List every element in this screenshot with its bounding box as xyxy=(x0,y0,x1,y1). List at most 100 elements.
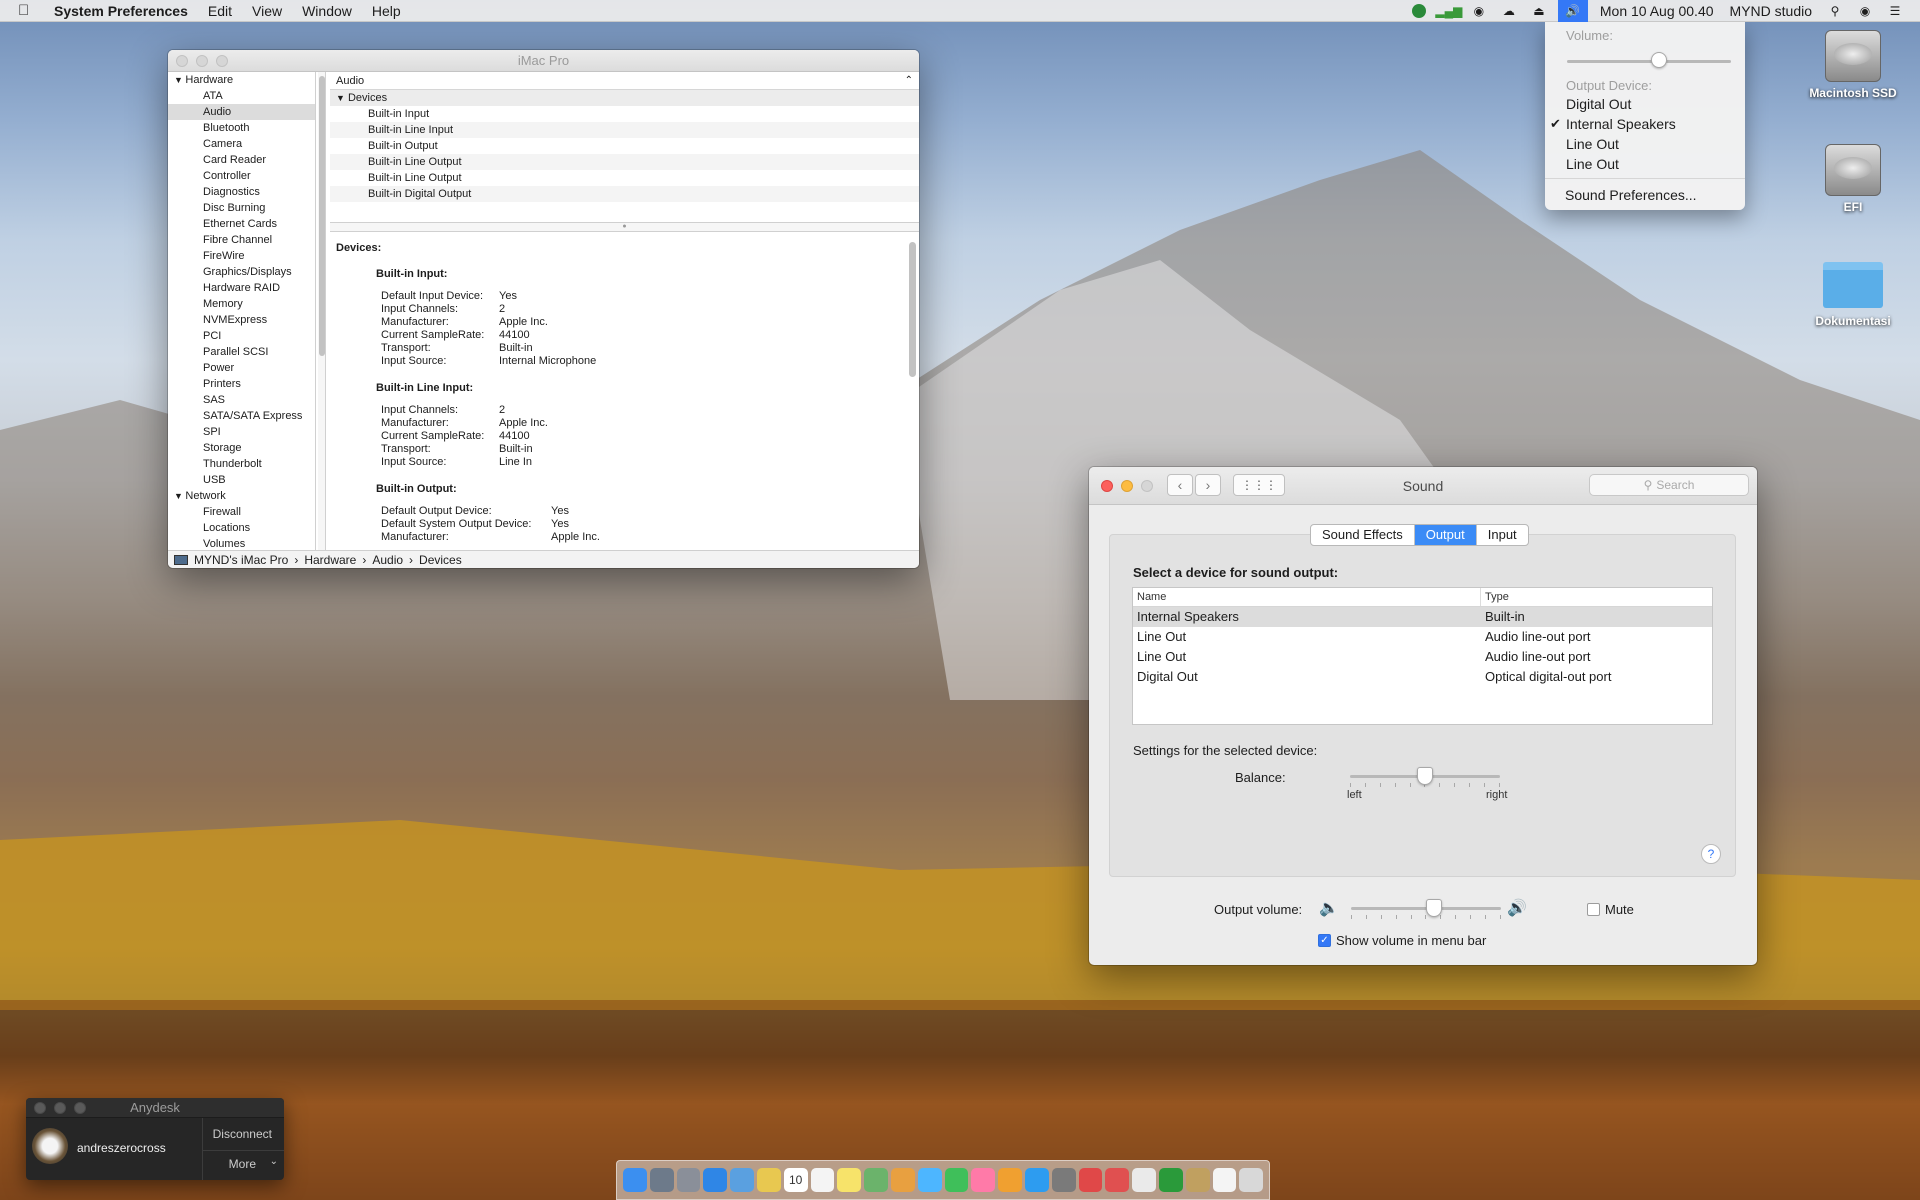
split-divider[interactable]: ● xyxy=(330,222,919,232)
sidebar-item[interactable]: Fibre Channel xyxy=(168,232,315,248)
zoom-button[interactable] xyxy=(74,1101,86,1114)
path-item[interactable]: Audio xyxy=(372,551,403,569)
chevron-up-icon[interactable]: ⌃ xyxy=(905,72,913,90)
tab-output[interactable]: Output xyxy=(1414,525,1477,545)
detail-scrollbar[interactable] xyxy=(909,236,917,546)
eject-icon[interactable]: ⏏ xyxy=(1528,3,1550,19)
sidebar-item[interactable]: Volumes xyxy=(168,536,315,550)
device-group-row[interactable]: ▼ Devices xyxy=(330,90,919,106)
sidebar-item[interactable]: Card Reader xyxy=(168,152,315,168)
path-item[interactable]: Hardware xyxy=(304,551,356,569)
balance-slider[interactable] xyxy=(1350,767,1500,787)
sidebar-item[interactable]: FireWire xyxy=(168,248,315,264)
menu-view[interactable]: View xyxy=(252,3,282,19)
sidebar-scrollbar[interactable] xyxy=(318,72,326,550)
desktop-icon-macintosh-ssd[interactable]: Macintosh SSD xyxy=(1798,30,1908,100)
minimize-button[interactable] xyxy=(54,1101,66,1114)
menu-window[interactable]: Window xyxy=(302,3,352,19)
path-item[interactable]: MYND's iMac Pro xyxy=(194,551,288,569)
sidebar-item[interactable]: Thunderbolt xyxy=(168,456,315,472)
siri-icon[interactable]: ◉ xyxy=(1854,3,1876,19)
help-button[interactable]: ? xyxy=(1701,844,1721,864)
sound-preferences-link[interactable]: Sound Preferences... xyxy=(1565,187,1697,203)
menubar-user[interactable]: MYND studio xyxy=(1730,3,1812,19)
calendar-icon[interactable]: 10 xyxy=(783,1168,808,1192)
tab-input[interactable]: Input xyxy=(1477,525,1528,545)
device-list-header[interactable]: Audio ⌃ xyxy=(330,72,919,90)
finder-icon[interactable] xyxy=(623,1168,647,1192)
trash-icon[interactable] xyxy=(1239,1168,1264,1192)
sidebar-item[interactable]: Audio xyxy=(168,104,315,120)
more-button[interactable]: More xyxy=(229,1157,256,1171)
sidebar-item[interactable]: Bluetooth xyxy=(168,120,315,136)
sidebar-item[interactable]: Printers xyxy=(168,376,315,392)
device-row[interactable]: Built-in Line Input xyxy=(330,122,919,138)
volume-menu-slider[interactable] xyxy=(1567,52,1731,72)
sidebar-item[interactable]: Disc Burning xyxy=(168,200,315,216)
window-titlebar[interactable]: ‹ › ⋮⋮⋮ Sound ⚲ Search xyxy=(1089,467,1757,505)
system-preferences-icon[interactable] xyxy=(1051,1168,1076,1192)
itunes-icon[interactable] xyxy=(971,1168,996,1192)
close-button[interactable] xyxy=(176,54,188,67)
sidebar-item[interactable]: Camera xyxy=(168,136,315,152)
ibooks-icon[interactable] xyxy=(998,1168,1022,1192)
disclosure-triangle-icon[interactable]: ▼ xyxy=(336,93,345,103)
sidebar-group[interactable]: ▼ Hardware xyxy=(168,72,315,88)
spotlight-search-icon[interactable]: ⚲ xyxy=(1824,3,1846,19)
safari-icon[interactable] xyxy=(703,1168,728,1192)
stickies-icon[interactable] xyxy=(837,1168,862,1192)
output-volume-slider[interactable] xyxy=(1351,899,1501,919)
desktop-icon-dokumentasi[interactable]: Dokumentasi xyxy=(1798,262,1908,328)
device-row[interactable]: Built-in Output xyxy=(330,138,919,154)
disclosure-triangle-icon[interactable]: ▼ xyxy=(174,491,185,501)
table-row[interactable]: Line Out Audio line-out port xyxy=(1133,627,1712,647)
menubar-clock[interactable]: Mon 10 Aug 00.40 xyxy=(1600,3,1714,19)
messages-icon[interactable] xyxy=(917,1168,942,1192)
sidebar-item[interactable]: Parallel SCSI xyxy=(168,344,315,360)
notification-center-icon[interactable]: ☰ xyxy=(1884,3,1906,19)
mute-checkbox[interactable]: Mute xyxy=(1587,902,1634,917)
table-row[interactable]: Internal Speakers Built-in xyxy=(1133,607,1712,627)
menu-app-name[interactable]: System Preferences xyxy=(54,3,188,19)
anydesk-icon[interactable] xyxy=(1078,1168,1103,1192)
path-item[interactable]: Devices xyxy=(419,551,462,569)
chevron-down-icon[interactable]: ⌄ xyxy=(270,1156,278,1167)
disclosure-triangle-icon[interactable]: ▼ xyxy=(174,75,185,85)
textedit-icon[interactable] xyxy=(1132,1168,1156,1192)
rocket-icon[interactable] xyxy=(676,1168,701,1192)
table-row[interactable]: Line Out Audio line-out port xyxy=(1133,647,1712,667)
window-titlebar[interactable]: Anydesk xyxy=(26,1098,284,1118)
activity-icon[interactable]: ☁ xyxy=(1498,3,1520,19)
appstore-icon[interactable] xyxy=(1024,1168,1049,1192)
launchpad-icon[interactable] xyxy=(649,1168,674,1192)
tab-sound-effects[interactable]: Sound Effects xyxy=(1311,525,1415,545)
menu-device-internal-speakers[interactable]: Internal Speakers xyxy=(1566,116,1676,132)
device-row[interactable]: Built-in Line Output xyxy=(330,170,919,186)
sidebar-item[interactable]: Graphics/Displays xyxy=(168,264,315,280)
close-button[interactable] xyxy=(34,1101,46,1114)
apple-menu-icon[interactable]:  xyxy=(18,2,38,19)
volume-icon[interactable]: 🔊 xyxy=(1557,0,1588,22)
column-header-name[interactable]: Name xyxy=(1133,588,1481,606)
globe-icon[interactable] xyxy=(1408,3,1430,19)
sidebar-item[interactable]: Controller xyxy=(168,168,315,184)
zoom-button[interactable] xyxy=(216,54,228,67)
sidebar-item[interactable]: Memory xyxy=(168,296,315,312)
sidebar-item[interactable]: Power xyxy=(168,360,315,376)
checkbox-checked[interactable]: ✓ xyxy=(1318,934,1331,947)
sidebar-group[interactable]: ▼ Network xyxy=(168,488,315,504)
notes-icon[interactable] xyxy=(756,1168,781,1192)
sidebar-item[interactable]: Hardware RAID xyxy=(168,280,315,296)
search-field[interactable]: ⚲ Search xyxy=(1589,474,1749,496)
sidebar-item[interactable]: Locations xyxy=(168,520,315,536)
column-header-type[interactable]: Type xyxy=(1481,588,1509,606)
window-titlebar[interactable]: iMac Pro xyxy=(168,50,919,72)
menu-edit[interactable]: Edit xyxy=(208,3,232,19)
show-volume-checkbox[interactable]: ✓ Show volume in menu bar xyxy=(1318,933,1486,948)
sidebar-item[interactable]: Diagnostics xyxy=(168,184,315,200)
sidebar-item[interactable]: PCI xyxy=(168,328,315,344)
desktop-icon-efi[interactable]: EFI xyxy=(1798,144,1908,214)
checkbox[interactable] xyxy=(1587,903,1600,916)
menu-device-digital-out[interactable]: Digital Out xyxy=(1566,96,1631,112)
menu-device-line-out-2[interactable]: Line Out xyxy=(1566,156,1619,172)
